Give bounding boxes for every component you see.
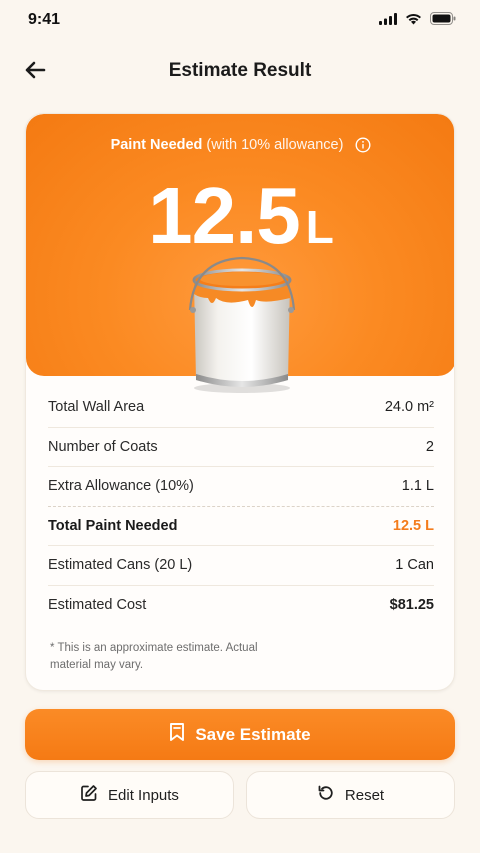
estimate-disclaimer: * This is an approximate estimate. Actua… xyxy=(50,642,258,671)
wifi-icon xyxy=(405,12,422,30)
hero-label-allowance: (with 10% allowance) xyxy=(206,137,344,153)
summary-value: 1 Can xyxy=(395,557,434,574)
status-icons xyxy=(379,12,456,30)
header: Estimate Result xyxy=(0,50,480,94)
summary-value: 12.5 L xyxy=(392,517,434,534)
summary-value: 1.1 L xyxy=(401,478,434,495)
edit-inputs-label: Edit Inputs xyxy=(108,786,179,804)
hero-label: Paint Needed (with 10% allowance) xyxy=(26,137,454,153)
status-bar: 9:41 xyxy=(0,0,480,40)
summary-row-allowance: Extra Allowance (10%) 1.1 L xyxy=(48,467,434,507)
reset-icon xyxy=(317,784,335,806)
edit-inputs-button[interactable]: Edit Inputs xyxy=(25,771,234,819)
summary-row-wall-area: Total Wall Area 24.0 m² xyxy=(48,388,434,428)
bookmark-icon xyxy=(169,722,185,747)
summary-row-total-paint: Total Paint Needed 12.5 L xyxy=(48,507,434,546)
page-title: Estimate Result xyxy=(168,60,312,81)
summary-value: $81.25 xyxy=(389,597,434,614)
paint-needed-value: 12.5 L xyxy=(26,170,454,262)
summary-label: Extra Allowance (10%) xyxy=(48,478,194,495)
save-estimate-button[interactable]: Save Estimate xyxy=(25,709,455,760)
summary-label: Number of Coats xyxy=(48,438,158,455)
reset-label: Reset xyxy=(344,786,385,804)
info-icon[interactable] xyxy=(355,137,371,153)
save-estimate-label: Save Estimate xyxy=(195,724,311,744)
summary-row-cost: Estimated Cost $81.25 xyxy=(48,586,434,626)
paint-can-image xyxy=(186,254,298,394)
battery-icon xyxy=(430,12,456,30)
summary-row-cans: Estimated Cans (20 L) 1 Can xyxy=(48,546,434,586)
result-card: Paint Needed (with 10% allowance) 12.5L xyxy=(25,113,455,691)
summary-label: Estimated Cost xyxy=(48,597,147,614)
paint-needed-unit: L xyxy=(305,201,334,253)
reset-button[interactable]: Reset xyxy=(246,771,455,819)
summary-value: 2 xyxy=(425,438,434,455)
summary-value: 24.0 m² xyxy=(384,399,434,416)
summary-label: Estimated Cans (20 L) xyxy=(48,557,193,574)
paint-needed-number: 12.5 xyxy=(148,171,301,260)
summary-label: Total Paint Needed xyxy=(48,517,178,534)
signal-icon xyxy=(379,12,397,30)
edit-icon xyxy=(80,784,98,806)
status-time: 9:41 xyxy=(28,11,61,28)
summary-list: Total Wall Area 24.0 m² Number of Coats … xyxy=(48,388,434,625)
summary-row-coats: Number of Coats 2 xyxy=(48,428,434,467)
summary-label: Total Wall Area xyxy=(48,399,145,416)
hero-label-title: Paint Needed xyxy=(110,137,203,153)
